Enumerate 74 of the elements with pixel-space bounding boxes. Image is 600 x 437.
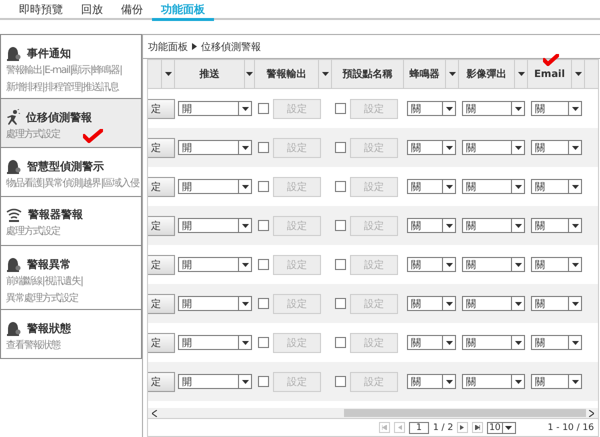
column-header: 影像彈出 bbox=[459, 60, 515, 88]
item-description: 查看警報狀態 bbox=[6, 339, 60, 353]
item-description: 前端斷線|視訊遺失| bbox=[6, 275, 83, 289]
dropdown[interactable]: 開 bbox=[178, 296, 252, 311]
settings-button[interactable]: 定 bbox=[148, 176, 175, 196]
dropdown[interactable]: 關 bbox=[531, 179, 582, 194]
item-title: 位移偵測警報 bbox=[26, 110, 92, 124]
column-header: Email bbox=[528, 60, 572, 88]
dropdown[interactable]: 開 bbox=[178, 374, 252, 389]
dropdown[interactable]: 開 bbox=[178, 101, 252, 116]
settings-button[interactable]: 定 bbox=[148, 98, 175, 118]
dropdown[interactable]: 關 bbox=[407, 257, 456, 272]
dropdown[interactable]: 開 bbox=[178, 335, 252, 350]
item-description: 新增排程|排程管理|推送訊息 bbox=[6, 81, 119, 95]
dropdown[interactable]: 關 bbox=[407, 374, 456, 389]
item-description: 警報輸出|E-mail|顯示|蜂鳴器| bbox=[6, 64, 122, 78]
dropdown[interactable]: 關 bbox=[531, 101, 582, 116]
item-description: 物品看護|異常偵測|越界|區域入侵 bbox=[6, 177, 140, 191]
dropdown[interactable]: 關 bbox=[407, 296, 456, 311]
dropdown[interactable]: 關 bbox=[531, 335, 582, 350]
item-title: 事件通知 bbox=[27, 46, 71, 60]
dropdown[interactable]: 關 bbox=[531, 218, 582, 233]
sidebar-item[interactable]: 智慧型偵測警示 物品看護|異常偵測|越界|區域入侵 bbox=[1, 148, 141, 197]
dropdown[interactable]: 關 bbox=[462, 179, 525, 194]
dropdown[interactable]: 關 bbox=[462, 101, 525, 116]
record-range: 1 - 10 / 16 bbox=[548, 422, 594, 432]
breadcrumb-item[interactable]: 功能面板 bbox=[148, 40, 188, 54]
dropdown[interactable]: 關 bbox=[407, 335, 456, 350]
dropdown[interactable]: 關 bbox=[462, 257, 525, 272]
breadcrumb-item: 位移偵測警報 bbox=[201, 40, 261, 54]
column-header: 蜂鳴器 bbox=[404, 60, 446, 88]
sidebar-item[interactable]: 位移偵測警報 處理方式設定 bbox=[1, 99, 141, 148]
dropdown[interactable]: 關 bbox=[462, 296, 525, 311]
dropdown[interactable]: 開 bbox=[178, 257, 252, 272]
dropdown[interactable]: 關 bbox=[407, 140, 456, 155]
sidebar-item[interactable]: 警報狀態 查看警報狀態 bbox=[1, 310, 141, 359]
settings-button[interactable]: 定 bbox=[148, 294, 175, 314]
item-title: 警報器警報 bbox=[28, 207, 83, 222]
settings-button[interactable]: 定 bbox=[148, 254, 175, 274]
settings-button[interactable]: 定 bbox=[148, 216, 175, 236]
sidebar-item[interactable]: 警報異常 前端斷線|視訊遺失| 異常處理方式設定 bbox=[1, 246, 141, 310]
dropdown[interactable]: 關 bbox=[407, 179, 456, 194]
dropdown[interactable]: 關 bbox=[531, 374, 582, 389]
page-size-dropdown[interactable]: 10 bbox=[487, 422, 516, 434]
settings-button[interactable]: 定 bbox=[148, 372, 175, 392]
dropdown[interactable]: 開 bbox=[178, 140, 252, 155]
item-title: 警報狀態 bbox=[27, 320, 71, 336]
tab[interactable]: 備份 bbox=[112, 0, 152, 21]
dropdown[interactable]: 開 bbox=[178, 218, 252, 233]
page-count: 1 / 2 bbox=[432, 422, 454, 432]
item-title: 智慧型偵測警示 bbox=[27, 158, 104, 174]
dropdown[interactable]: 關 bbox=[407, 218, 456, 233]
item-description: 處理方式設定 bbox=[6, 128, 60, 142]
sidebar-item[interactable]: 警報器警報 處理方式設定 bbox=[1, 197, 141, 246]
dropdown[interactable]: 關 bbox=[462, 218, 525, 233]
item-description: 異常處理方式設定 bbox=[6, 292, 78, 306]
dropdown[interactable]: 關 bbox=[407, 101, 456, 116]
settings-button[interactable]: 定 bbox=[148, 332, 175, 352]
settings-button[interactable]: 定 bbox=[148, 138, 175, 158]
item-title: 警報異常 bbox=[27, 256, 71, 272]
column-header: 推送 bbox=[175, 60, 245, 88]
dropdown[interactable]: 關 bbox=[531, 140, 582, 155]
dropdown[interactable]: 關 bbox=[531, 257, 582, 272]
tab[interactable]: 回放 bbox=[72, 0, 112, 21]
column-header: 警報輸出 bbox=[255, 60, 319, 88]
dropdown[interactable]: 關 bbox=[462, 140, 525, 155]
column-header: 預設點名稱 bbox=[332, 60, 404, 88]
dropdown[interactable]: 開 bbox=[178, 179, 252, 194]
tab[interactable]: 即時預覽 bbox=[10, 0, 72, 21]
item-description: 處理方式設定 bbox=[6, 225, 60, 239]
dropdown[interactable]: 關 bbox=[462, 335, 525, 350]
dropdown[interactable]: 關 bbox=[531, 296, 582, 311]
page-input[interactable]: 1 bbox=[408, 422, 429, 434]
dropdown[interactable]: 關 bbox=[462, 374, 525, 389]
